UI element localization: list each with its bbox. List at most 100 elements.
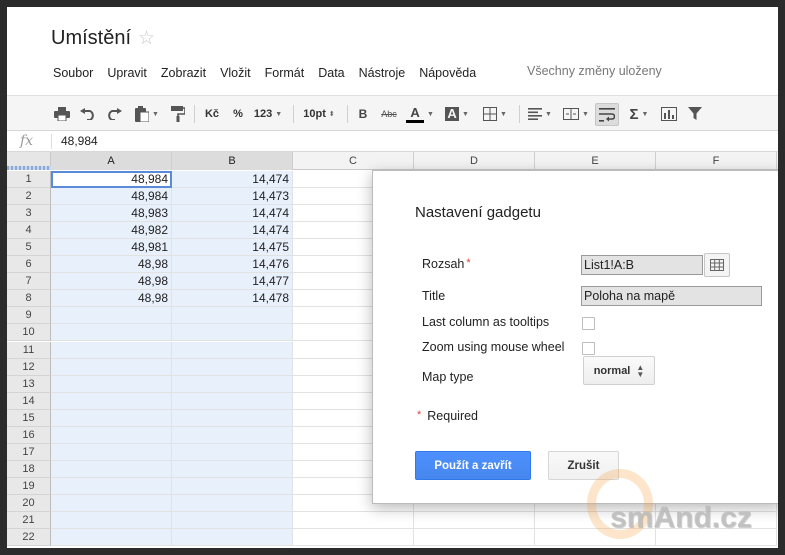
cell[interactable] xyxy=(172,460,293,478)
cell[interactable] xyxy=(293,529,414,547)
cell[interactable]: 14,474 xyxy=(172,171,293,188)
cell[interactable] xyxy=(51,426,172,444)
cell[interactable] xyxy=(51,409,172,427)
cell[interactable]: 48,984 xyxy=(51,171,172,188)
cell[interactable] xyxy=(51,358,172,376)
cell[interactable]: 48,98 xyxy=(51,256,172,274)
cell[interactable] xyxy=(51,375,172,393)
row-header[interactable]: 16 xyxy=(7,426,51,444)
cell[interactable]: 14,477 xyxy=(172,273,293,291)
cell[interactable] xyxy=(172,477,293,495)
row-header[interactable]: 14 xyxy=(7,392,51,410)
filter-button[interactable] xyxy=(685,104,705,124)
cell[interactable] xyxy=(51,494,172,512)
cell[interactable] xyxy=(172,443,293,461)
cell[interactable] xyxy=(172,392,293,410)
strikethrough-button[interactable]: Abc xyxy=(378,104,400,124)
menu-item-6[interactable]: Nástroje xyxy=(359,66,406,80)
column-header-b[interactable]: B xyxy=(172,152,293,170)
row-header[interactable]: 13 xyxy=(7,375,51,393)
cancel-button[interactable]: Zrušit xyxy=(548,451,619,480)
cell[interactable] xyxy=(51,529,172,547)
range-picker-button[interactable] xyxy=(704,253,730,277)
cell[interactable] xyxy=(172,494,293,512)
cell[interactable] xyxy=(51,460,172,478)
cell[interactable] xyxy=(51,443,172,461)
functions-dropdown[interactable]: Σ ▼ xyxy=(624,104,654,124)
row-header[interactable]: 18 xyxy=(7,460,51,478)
range-input[interactable]: List1!A:B xyxy=(581,255,703,275)
column-header-e[interactable]: E xyxy=(535,152,656,170)
align-dropdown[interactable]: ▼ xyxy=(524,104,556,124)
cell[interactable] xyxy=(51,324,172,342)
cell[interactable] xyxy=(172,307,293,325)
tooltips-checkbox[interactable] xyxy=(582,317,595,330)
currency-format-button[interactable]: Kč xyxy=(201,104,223,124)
cell[interactable] xyxy=(535,529,656,547)
row-header[interactable]: 21 xyxy=(7,512,51,529)
cell[interactable] xyxy=(172,409,293,427)
column-header-d[interactable]: D xyxy=(414,152,535,170)
fill-color-dropdown[interactable]: A ▼ xyxy=(441,104,473,124)
cell[interactable] xyxy=(51,341,172,359)
font-size-dropdown[interactable]: 10pt ⬍ xyxy=(299,104,339,124)
cell[interactable] xyxy=(51,477,172,495)
apply-and-close-button[interactable]: Použít a zavřít xyxy=(415,451,531,480)
menu-item-3[interactable]: Vložit xyxy=(220,66,251,80)
row-header[interactable]: 7 xyxy=(7,273,51,291)
cell[interactable]: 14,474 xyxy=(172,205,293,223)
paint-format-icon[interactable] xyxy=(169,104,187,124)
cell[interactable]: 48,98 xyxy=(51,273,172,291)
map-type-select[interactable]: normal ▲ ▼ xyxy=(583,356,655,385)
cell[interactable] xyxy=(656,512,777,529)
column-header-c[interactable]: C xyxy=(293,152,414,170)
title-input[interactable]: Poloha na mapě xyxy=(581,286,762,306)
row-header[interactable]: 22 xyxy=(7,529,51,547)
document-title[interactable]: Umístění xyxy=(51,27,131,50)
percent-format-button[interactable]: % xyxy=(230,104,246,124)
cell[interactable] xyxy=(293,512,414,529)
cell[interactable] xyxy=(172,426,293,444)
paste-icon[interactable]: ▼ xyxy=(131,104,163,124)
column-header-a[interactable]: A xyxy=(51,152,172,170)
row-header[interactable]: 3 xyxy=(7,205,51,223)
cell[interactable]: 14,473 xyxy=(172,188,293,206)
cell[interactable]: 48,98 xyxy=(51,290,172,308)
cell[interactable]: 48,981 xyxy=(51,239,172,257)
cell[interactable]: 48,982 xyxy=(51,222,172,240)
text-color-dropdown[interactable]: A ▼ xyxy=(404,104,436,124)
menu-item-5[interactable]: Data xyxy=(318,66,344,80)
cell[interactable] xyxy=(172,324,293,342)
cell[interactable]: 14,474 xyxy=(172,222,293,240)
cell[interactable] xyxy=(414,529,535,547)
cell[interactable] xyxy=(535,512,656,529)
row-header[interactable]: 12 xyxy=(7,358,51,376)
row-header[interactable]: 19 xyxy=(7,477,51,495)
row-header[interactable]: 9 xyxy=(7,307,51,325)
cell[interactable] xyxy=(172,341,293,359)
cell[interactable]: 48,983 xyxy=(51,205,172,223)
star-icon[interactable]: ☆ xyxy=(138,27,155,50)
cell[interactable] xyxy=(51,392,172,410)
borders-dropdown[interactable]: ▼ xyxy=(478,104,512,124)
row-header[interactable]: 11 xyxy=(7,341,51,359)
redo-icon[interactable] xyxy=(105,104,123,124)
row-header[interactable]: 1 xyxy=(7,171,51,188)
menu-item-1[interactable]: Upravit xyxy=(107,66,147,80)
cell[interactable] xyxy=(51,512,172,529)
cell[interactable] xyxy=(51,307,172,325)
row-header[interactable]: 20 xyxy=(7,494,51,512)
row-header[interactable]: 2 xyxy=(7,188,51,206)
row-header[interactable]: 6 xyxy=(7,256,51,274)
menu-item-4[interactable]: Formát xyxy=(265,66,305,80)
column-header-f[interactable]: F xyxy=(656,152,777,170)
row-header[interactable]: 10 xyxy=(7,324,51,342)
cell[interactable]: 14,475 xyxy=(172,239,293,257)
cell[interactable] xyxy=(656,529,777,547)
cell[interactable] xyxy=(172,358,293,376)
cell[interactable] xyxy=(172,529,293,547)
wrap-text-button[interactable] xyxy=(595,103,619,126)
cell[interactable] xyxy=(172,375,293,393)
print-icon[interactable] xyxy=(53,104,71,124)
cell[interactable]: 14,476 xyxy=(172,256,293,274)
